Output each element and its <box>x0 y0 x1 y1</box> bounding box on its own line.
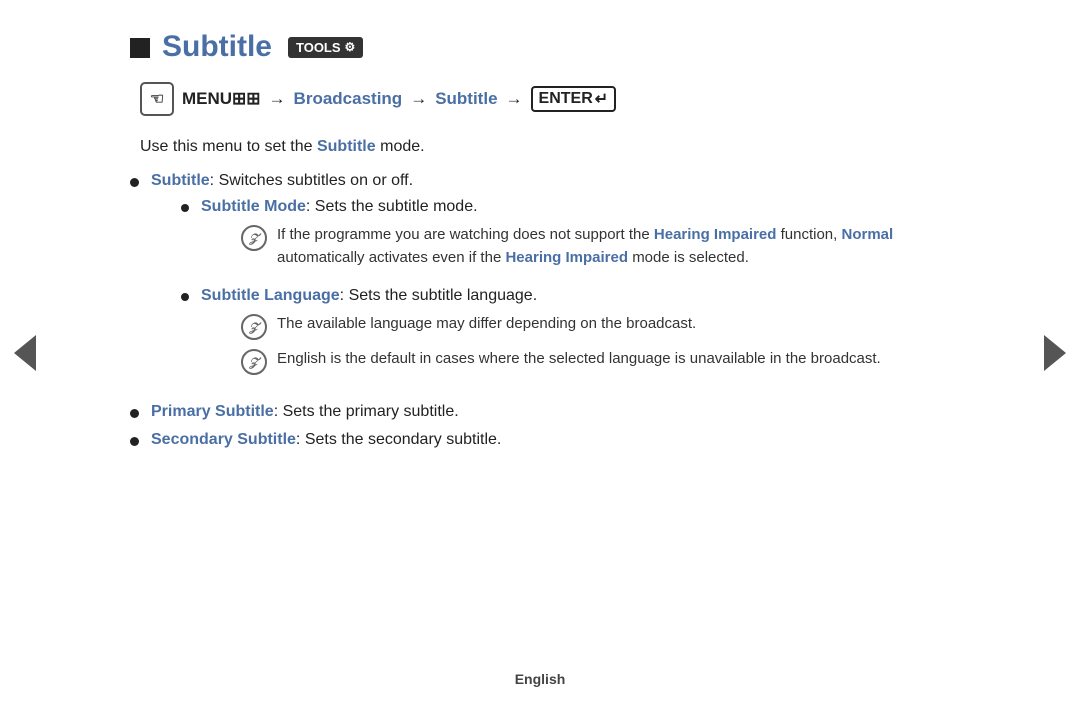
note-icon-2: 𝒵 <box>241 314 267 340</box>
note-text-2: The available language may differ depend… <box>277 313 881 336</box>
menu-label: MENU⊞⊞ <box>182 89 261 109</box>
bullet-dot-1 <box>130 178 139 187</box>
menu-path-row: ☜ MENU⊞⊞ → Broadcasting → Subtitle → ENT… <box>130 82 950 116</box>
note-icon-3: 𝒵 <box>241 349 267 375</box>
enter-icon: ↵ <box>595 89 608 109</box>
enter-badge: ENTER ↵ <box>531 86 617 112</box>
subtitle-nav-label: Subtitle <box>435 89 497 109</box>
broadcasting-label: Broadcasting <box>294 89 403 109</box>
note1-end: mode is selected. <box>632 249 749 266</box>
footer: English <box>0 671 1080 687</box>
menu-arrow-3: → <box>506 89 523 109</box>
subbullet1-text: : Sets the subtitle mode. <box>306 198 478 215</box>
sub-bullet-dot-1 <box>181 204 189 212</box>
bullet3-text: : Sets the secondary subtitle. <box>296 431 501 448</box>
bullet-content-1: Subtitle: Switches subtitles on or off. … <box>151 172 950 393</box>
bullet-content-2: Primary Subtitle: Sets the primary subti… <box>151 403 950 421</box>
note-text-3: English is the default in cases where th… <box>277 348 881 371</box>
bullet-item-secondary: Secondary Subtitle: Sets the secondary s… <box>130 431 950 449</box>
enter-label: ENTER <box>539 90 593 108</box>
subbullet2-text: : Sets the subtitle language. <box>340 287 537 304</box>
bullet-dot-3 <box>130 437 139 446</box>
tools-badge: TOOLS ⚙ <box>288 37 363 58</box>
bullet1-blue: Subtitle <box>151 172 210 189</box>
note1-mid: function, <box>781 226 838 243</box>
nav-arrow-right[interactable] <box>1040 328 1070 378</box>
sub-bullet-content-1: Subtitle Mode: Sets the subtitle mode. 𝒵… <box>201 198 950 277</box>
tools-icon-symbol: ⚙ <box>345 40 356 54</box>
note-block-3: 𝒵 English is the default in cases where … <box>201 348 881 375</box>
bullet3-blue: Secondary Subtitle <box>151 431 296 448</box>
note-block-2: 𝒵 The available language may differ depe… <box>201 313 881 340</box>
main-bullet-list: Subtitle: Switches subtitles on or off. … <box>130 172 950 449</box>
sub-bullet-item-language: Subtitle Language: Sets the subtitle lan… <box>181 287 950 383</box>
note1-mid2: automatically activates even if the <box>277 249 501 266</box>
page-title-row: Subtitle TOOLS ⚙ <box>130 30 950 64</box>
menu-arrow-1: → <box>269 89 286 109</box>
desc-end: mode. <box>380 138 424 155</box>
bullet2-blue: Primary Subtitle <box>151 403 274 420</box>
black-square-icon <box>130 38 150 58</box>
nav-arrow-left[interactable] <box>10 328 40 378</box>
desc-prefix: Use this menu to set the <box>140 138 313 155</box>
note-text-1: If the programme you are watching does n… <box>277 224 950 269</box>
note-block-1: 𝒵 If the programme you are watching does… <box>201 224 950 269</box>
sub-bullet-item-mode: Subtitle Mode: Sets the subtitle mode. 𝒵… <box>181 198 950 277</box>
left-arrow-icon <box>14 335 36 371</box>
note1-prefix: If the programme you are watching does n… <box>277 226 650 243</box>
subbullet1-blue: Subtitle Mode <box>201 198 306 215</box>
desc-blue: Subtitle <box>317 138 376 155</box>
tools-label: TOOLS <box>296 40 341 55</box>
note1-blue3: Hearing Impaired <box>505 249 628 266</box>
bullet2-text: : Sets the primary subtitle. <box>274 403 459 420</box>
note-icon-1: 𝒵 <box>241 225 267 251</box>
menu-hand-icon: ☜ <box>140 82 174 116</box>
subbullet2-blue: Subtitle Language <box>201 287 340 304</box>
note1-blue2: Normal <box>842 226 894 243</box>
bullet1-text: : Switches subtitles on or off. <box>210 172 413 189</box>
description-text: Use this menu to set the Subtitle mode. <box>130 138 950 156</box>
bullet-content-3: Secondary Subtitle: Sets the secondary s… <box>151 431 950 449</box>
right-arrow-icon <box>1044 335 1066 371</box>
page-title: Subtitle <box>162 30 272 64</box>
menu-arrow-2: → <box>410 89 427 109</box>
sub-bullet-dot-2 <box>181 293 189 301</box>
bullet-item-subtitle: Subtitle: Switches subtitles on or off. … <box>130 172 950 393</box>
bullet-item-primary: Primary Subtitle: Sets the primary subti… <box>130 403 950 421</box>
main-content: Subtitle TOOLS ⚙ ☜ MENU⊞⊞ → Broadcasting… <box>50 0 1030 489</box>
sub-bullet-content-2: Subtitle Language: Sets the subtitle lan… <box>201 287 881 383</box>
note1-blue1: Hearing Impaired <box>654 226 777 243</box>
sub-bullet-list-1: Subtitle Mode: Sets the subtitle mode. 𝒵… <box>151 198 950 383</box>
footer-text: English <box>515 671 566 687</box>
bullet-dot-2 <box>130 409 139 418</box>
